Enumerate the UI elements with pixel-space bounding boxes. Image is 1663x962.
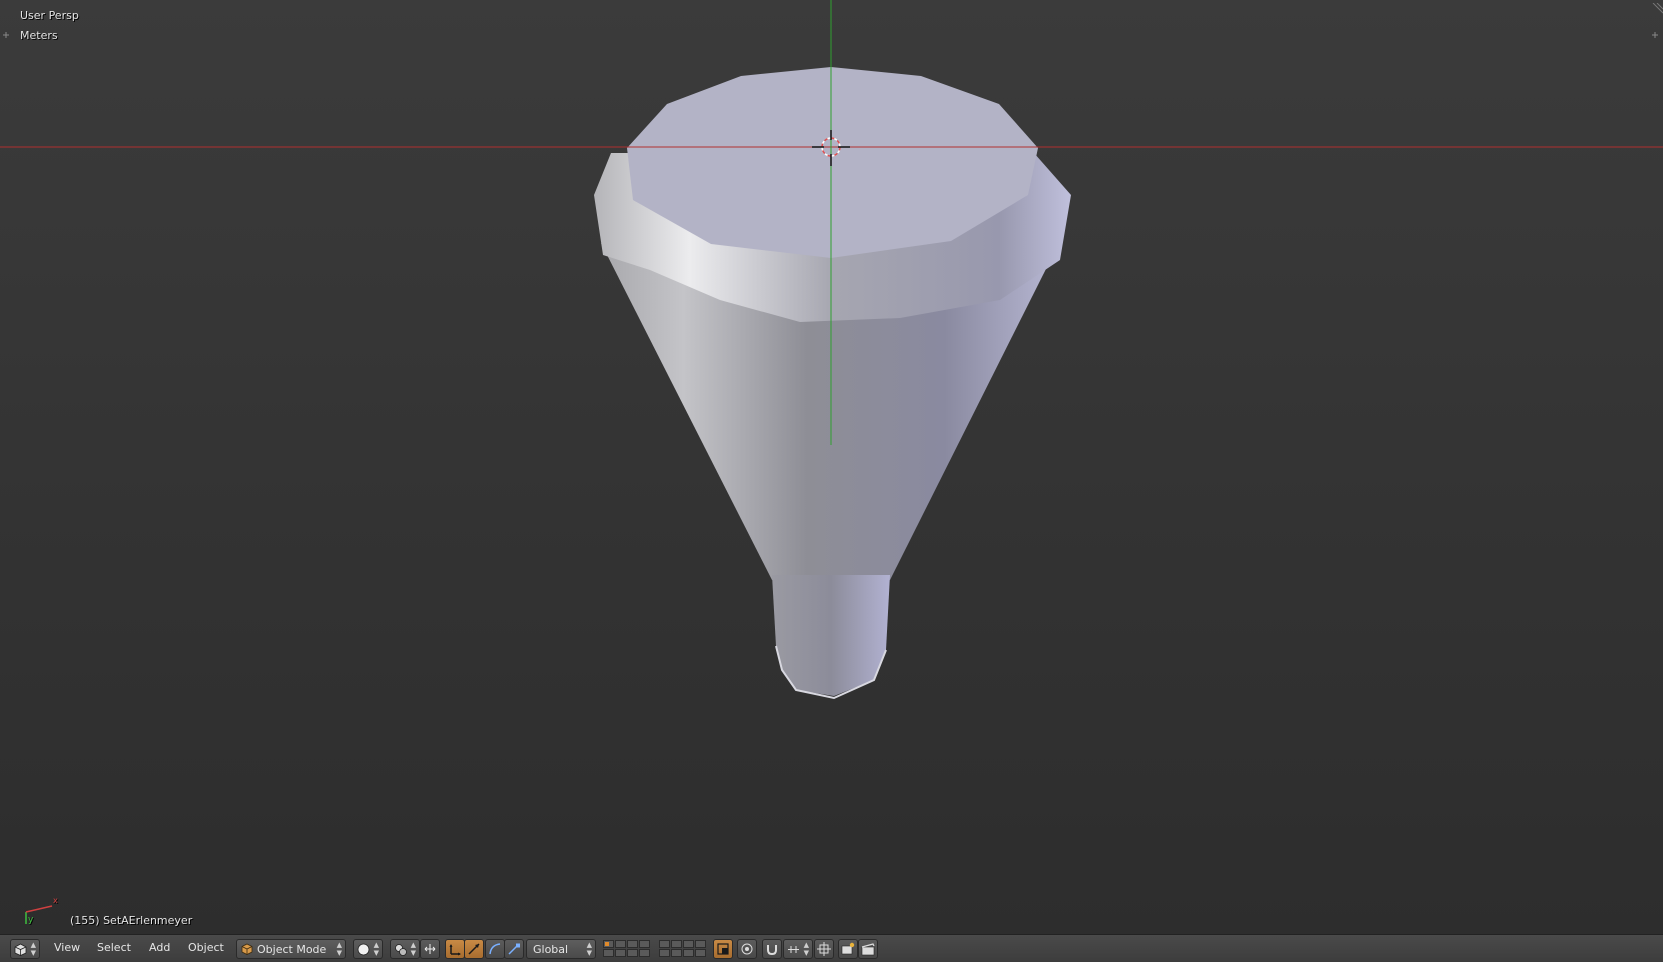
chevron-updown-icon: ▲ ▼ <box>336 941 342 957</box>
rotate-manipulator-button[interactable] <box>464 939 484 959</box>
object-info-label: (155) SetAErlenmeyer <box>70 914 193 927</box>
render-opengl-still-button[interactable] <box>838 939 858 959</box>
mode-selector[interactable]: Object Mode ▲ ▼ <box>236 939 346 959</box>
layer-cell[interactable] <box>695 940 706 948</box>
menu-view[interactable]: View <box>54 941 80 954</box>
chevron-updown-icon: ▲ ▼ <box>30 941 36 957</box>
area-corner-handle-right[interactable] <box>1651 24 1659 38</box>
scene-layers-group-2[interactable] <box>659 940 709 958</box>
3d-view-header: ▲ ▼ View Select Add Object Object Mode ▲ ▼… <box>0 934 1663 962</box>
curve-icon <box>489 943 501 955</box>
mode-label: Object Mode <box>257 943 327 956</box>
scene-layers-group-1[interactable] <box>603 940 653 958</box>
layer-cell[interactable] <box>603 949 614 957</box>
3d-viewport[interactable]: User Persp Meters (155) SetAErlenmeyer x… <box>0 0 1663 934</box>
chevron-updown-icon: ▲ ▼ <box>803 941 809 957</box>
chevron-updown-icon: ▲ ▼ <box>586 941 592 957</box>
view-name-label: User Persp <box>20 9 79 22</box>
layer-cell[interactable] <box>627 949 638 957</box>
layer-cell[interactable] <box>671 949 682 957</box>
snap-element-selector[interactable]: ▲ ▼ <box>783 939 813 959</box>
layer-cell[interactable] <box>615 940 626 948</box>
layer-cell[interactable] <box>683 940 694 948</box>
area-corner-handle-left[interactable] <box>2 24 10 38</box>
proportional-editing-button[interactable] <box>737 939 757 959</box>
scale-manipulator-button[interactable] <box>504 939 524 959</box>
object-cube-icon <box>241 943 253 955</box>
menu-select[interactable]: Select <box>97 941 131 954</box>
lock-camera-layers-button[interactable] <box>713 939 733 959</box>
units-label: Meters <box>20 29 58 42</box>
axis-label-x: x <box>53 896 58 905</box>
layer-cell[interactable] <box>615 949 626 957</box>
proportional-edit-icon <box>741 943 753 955</box>
snap-target-icon <box>817 942 831 956</box>
layer-cell[interactable] <box>683 949 694 957</box>
menu-add[interactable]: Add <box>149 941 170 954</box>
layer-cell[interactable] <box>659 940 670 948</box>
axis-label-y: y <box>28 915 34 925</box>
layer-cell[interactable] <box>639 949 650 957</box>
scene-canvas <box>0 0 1663 924</box>
snap-increment-icon <box>788 946 799 953</box>
camera-icon <box>841 942 855 955</box>
magnet-icon <box>767 945 777 956</box>
snap-toggle-button[interactable] <box>762 939 782 959</box>
layer-cell[interactable] <box>695 949 706 957</box>
layer-cell[interactable] <box>671 940 682 948</box>
rotate-arc-icon <box>468 943 480 955</box>
transform-orientation-selector[interactable]: Global ▲ ▼ <box>526 939 596 959</box>
snap-target-button[interactable] <box>814 939 834 959</box>
layer-cell[interactable] <box>627 940 638 948</box>
translate-arrow-icon <box>449 944 461 956</box>
layers-lock-icon <box>717 943 729 955</box>
translate-manipulator-button[interactable] <box>445 939 465 959</box>
scale-arrow-icon <box>508 943 520 955</box>
layer-cell[interactable] <box>603 940 614 948</box>
solid-shading-icon <box>357 943 370 956</box>
orientation-label: Global <box>533 943 569 956</box>
flask-neck[interactable] <box>772 575 890 696</box>
pivot-icon <box>395 944 407 956</box>
3d-view-icon <box>14 943 27 956</box>
render-opengl-animation-button[interactable] <box>858 939 878 959</box>
rotate-manipulator-off-button[interactable] <box>485 939 505 959</box>
area-split-handle-top-right[interactable] <box>1651 0 1663 14</box>
menu-object[interactable]: Object <box>188 941 224 954</box>
chevron-updown-icon: ▲ ▼ <box>410 941 416 957</box>
pivot-point-selector[interactable]: ▲ ▼ <box>390 939 420 959</box>
layer-cell[interactable] <box>659 949 670 957</box>
clapperboard-icon <box>861 943 875 956</box>
chevron-updown-icon: ▲ ▼ <box>373 941 379 957</box>
layer-cell[interactable] <box>639 940 650 948</box>
manipulator-toggle-button[interactable] <box>420 939 440 959</box>
manipulator-icon <box>424 944 436 954</box>
viewport-shading-selector[interactable]: ▲ ▼ <box>353 939 383 959</box>
editor-type-selector[interactable]: ▲ ▼ <box>10 939 40 959</box>
